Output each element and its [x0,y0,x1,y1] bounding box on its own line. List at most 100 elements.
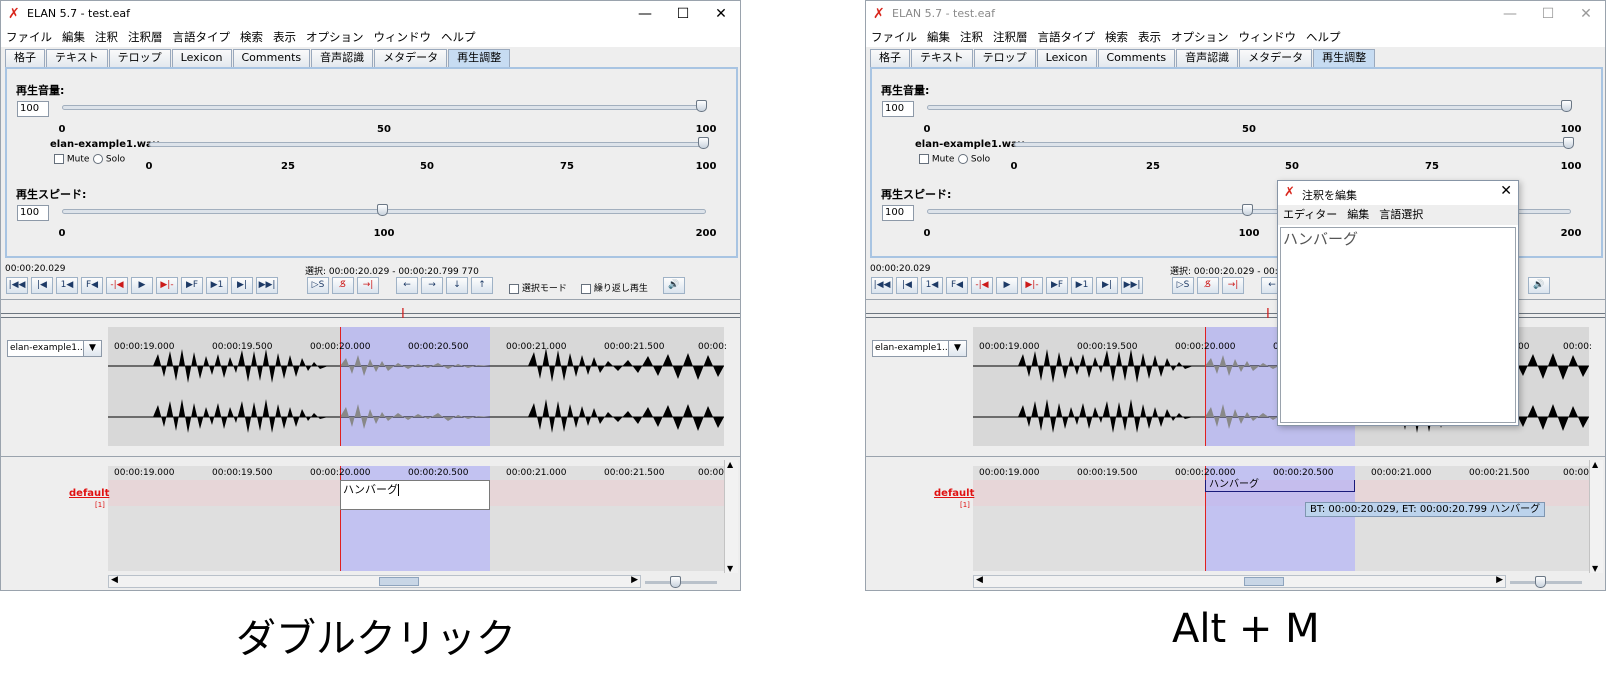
selection-mode-control[interactable]: 選択モード [509,281,567,294]
volume-input[interactable]: 100 [17,101,49,117]
previous-second-button[interactable]: 1◀ [56,277,78,294]
previous-boundary-button[interactable]: -|◀ [106,277,128,294]
timeline-viewer[interactable]: ハンバーグ [973,466,1589,571]
tab-speech-recognition[interactable]: 音声認識 [1176,49,1239,67]
go-to-begin-button[interactable]: |◀◀ [871,277,893,294]
tab-comments[interactable]: Comments [232,49,311,67]
play-button[interactable]: ▶ [131,277,153,294]
splitter[interactable] [1,299,740,300]
speed-input[interactable]: 100 [17,205,49,221]
menu-options[interactable]: オプション [301,27,369,47]
maximize-button[interactable]: ☐ [669,3,697,25]
tab-subtitles[interactable]: テロップ [973,49,1036,67]
volume-icon[interactable]: 🔊 [1528,277,1550,294]
viewer-divider[interactable] [1,456,740,457]
inline-annotation-text[interactable]: ハンバーグ [343,483,398,496]
menu-help[interactable]: ヘルプ [436,27,481,47]
annotation-up-button[interactable]: ↑ [471,277,493,294]
tab-lexicon[interactable]: Lexicon [171,49,232,67]
tab-playback-controls[interactable]: 再生調整 [1313,49,1376,67]
dialog-menu-edit[interactable]: 編集 [1342,205,1374,225]
zoom-slider-track[interactable] [1510,581,1582,584]
tab-lexicon[interactable]: Lexicon [1036,49,1097,67]
vertical-scrollbar[interactable]: ▲ ▼ [1589,460,1603,573]
scroll-up-icon[interactable]: ▲ [727,460,733,469]
speed-slider-thumb[interactable] [377,204,388,216]
annotation[interactable]: ハンバーグ [1205,480,1355,492]
tab-text[interactable]: テキスト [911,49,973,67]
menu-search[interactable]: 検索 [1100,27,1133,47]
solo-radio[interactable] [93,154,103,164]
menu-help[interactable]: ヘルプ [1301,27,1346,47]
mute-checkbox[interactable] [54,154,64,164]
next-boundary-button[interactable]: ▶|- [156,277,178,294]
tab-speech-recognition[interactable]: 音声認識 [311,49,374,67]
dialog-menu-editor[interactable]: エディター [1278,205,1342,225]
maximize-button[interactable]: ☐ [1534,3,1562,25]
menu-search[interactable]: 検索 [235,27,268,47]
scroll-right-icon[interactable]: ▶ [631,575,638,585]
menu-linguistic-type[interactable]: 言語タイプ [1033,27,1101,47]
menu-options[interactable]: オプション [1166,27,1234,47]
next-pixel-button[interactable]: ▶F [181,277,203,294]
next-frame-button[interactable]: ▶| [231,277,253,294]
track-volume-slider-track[interactable] [1014,142,1571,147]
tab-comments[interactable]: Comments [1097,49,1176,67]
tab-subtitles[interactable]: テロップ [108,49,171,67]
tab-metadata[interactable]: メタデータ [1239,49,1313,67]
viewer-divider[interactable] [866,456,1605,457]
next-annotation-button[interactable]: → [421,277,443,294]
go-to-begin-button[interactable]: |◀◀ [6,277,28,294]
volume-icon[interactable]: 🔊 [663,277,685,294]
loop-checkbox[interactable] [581,283,591,294]
previous-pixel-button[interactable]: F◀ [946,277,968,294]
menu-annotation[interactable]: 注釈 [90,27,123,47]
menu-edit[interactable]: 編集 [922,27,955,47]
play-selection-button[interactable]: ▷S [307,277,329,294]
loop-control[interactable]: 繰り返し再生 [581,281,648,294]
scroll-thumb[interactable] [379,577,419,586]
media-combo[interactable]: elan-example1.... ▼ [872,340,967,357]
menu-file[interactable]: ファイル [866,27,922,47]
timeline-viewer[interactable]: ハンバーグ [108,466,724,571]
scroll-thumb[interactable] [1244,577,1284,586]
zoom-slider-track[interactable] [645,581,717,584]
inline-annotation-editor[interactable]: ハンバーグ [340,480,490,510]
tab-grid[interactable]: 格子 [5,49,45,67]
next-boundary-button[interactable]: ▶|- [1021,277,1043,294]
zoom-slider-thumb[interactable] [670,576,681,588]
mute-control[interactable]: Mute [54,154,89,165]
speed-input[interactable]: 100 [882,205,914,221]
menu-tier[interactable]: 注釈層 [988,27,1033,47]
zoom-slider-thumb[interactable] [1535,576,1546,588]
clear-selection-button[interactable]: S̸ [1197,277,1219,294]
annotation-text-area[interactable]: ハンバーグ [1280,227,1516,423]
tier-name-default[interactable]: default [69,488,109,499]
scroll-right-icon[interactable]: ▶ [1496,575,1503,585]
tab-metadata[interactable]: メタデータ [374,49,448,67]
menu-tier[interactable]: 注釈層 [123,27,168,47]
minimize-button[interactable]: — [1496,3,1524,25]
mute-control[interactable]: Mute [919,154,954,165]
close-button[interactable]: ✕ [707,3,735,25]
previous-second-button[interactable]: 1◀ [921,277,943,294]
volume-input[interactable]: 100 [882,101,914,117]
volume-slider-track[interactable] [62,105,706,110]
vertical-scrollbar[interactable]: ▲ ▼ [724,460,738,573]
previous-annotation-button[interactable]: ← [396,277,418,294]
next-second-button[interactable]: ▶1 [1071,277,1093,294]
scroll-left-icon[interactable]: ◀ [976,575,983,585]
menu-view[interactable]: 表示 [268,27,301,47]
selection-to-cursor-button[interactable]: →| [1222,277,1244,294]
clear-selection-button[interactable]: S̸ [332,277,354,294]
scroll-down-icon[interactable]: ▼ [1592,564,1598,573]
menu-window[interactable]: ウィンドウ [369,27,437,47]
play-button[interactable]: ▶ [996,277,1018,294]
solo-control[interactable]: Solo [93,154,125,165]
scroll-up-icon[interactable]: ▲ [1592,460,1598,469]
previous-boundary-button[interactable]: -|◀ [971,277,993,294]
track-volume-slider-thumb[interactable] [1563,137,1574,149]
chevron-down-icon[interactable]: ▼ [948,341,966,356]
timeline-splitter[interactable] [1,313,740,314]
selection-mode-checkbox[interactable] [509,283,519,294]
